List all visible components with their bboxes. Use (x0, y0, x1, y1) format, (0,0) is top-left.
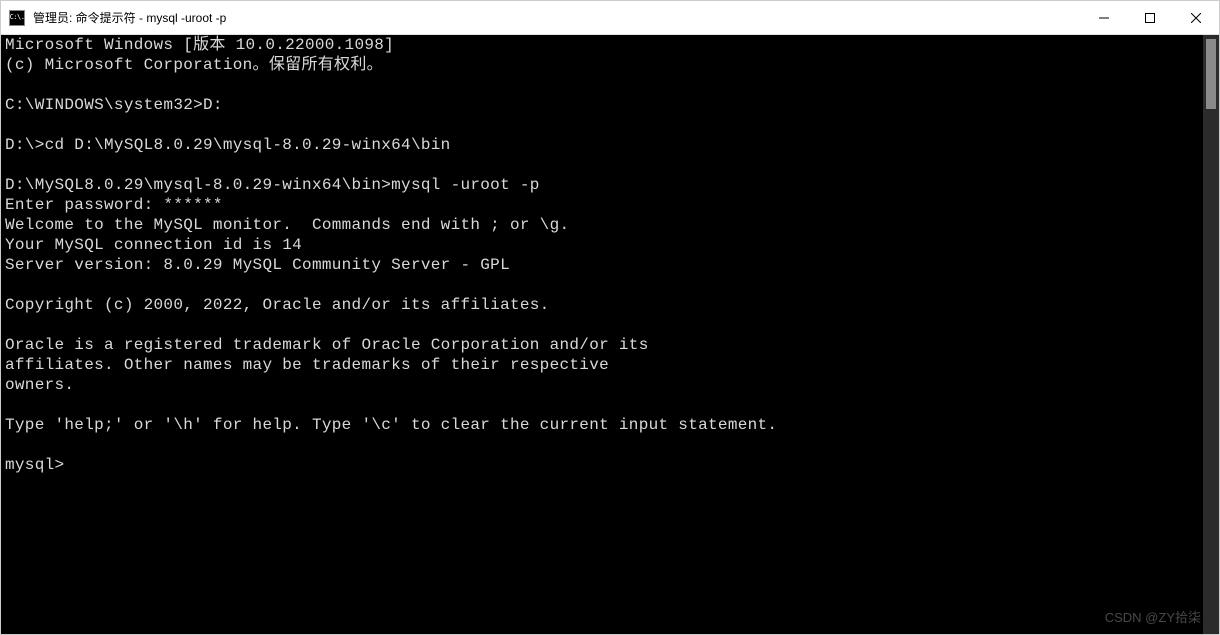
cmd-icon: C:\. (9, 10, 25, 26)
titlebar[interactable]: C:\. 管理员: 命令提示符 - mysql -uroot -p (1, 1, 1219, 35)
terminal-output[interactable]: Microsoft Windows [版本 10.0.22000.1098] (… (1, 35, 1203, 634)
minimize-icon (1099, 13, 1109, 23)
maximize-icon (1145, 13, 1155, 23)
terminal-container: Microsoft Windows [版本 10.0.22000.1098] (… (1, 35, 1219, 634)
window-frame: C:\. 管理员: 命令提示符 - mysql -uroot -p Micros… (0, 0, 1220, 635)
window-controls (1081, 1, 1219, 34)
scrollbar-thumb[interactable] (1206, 39, 1216, 109)
close-icon (1191, 13, 1201, 23)
scrollbar-track[interactable] (1203, 35, 1219, 634)
window-title: 管理员: 命令提示符 - mysql -uroot -p (33, 9, 1081, 26)
cmd-icon-text: C:\. (10, 14, 25, 21)
maximize-button[interactable] (1127, 1, 1173, 34)
minimize-button[interactable] (1081, 1, 1127, 34)
close-button[interactable] (1173, 1, 1219, 34)
